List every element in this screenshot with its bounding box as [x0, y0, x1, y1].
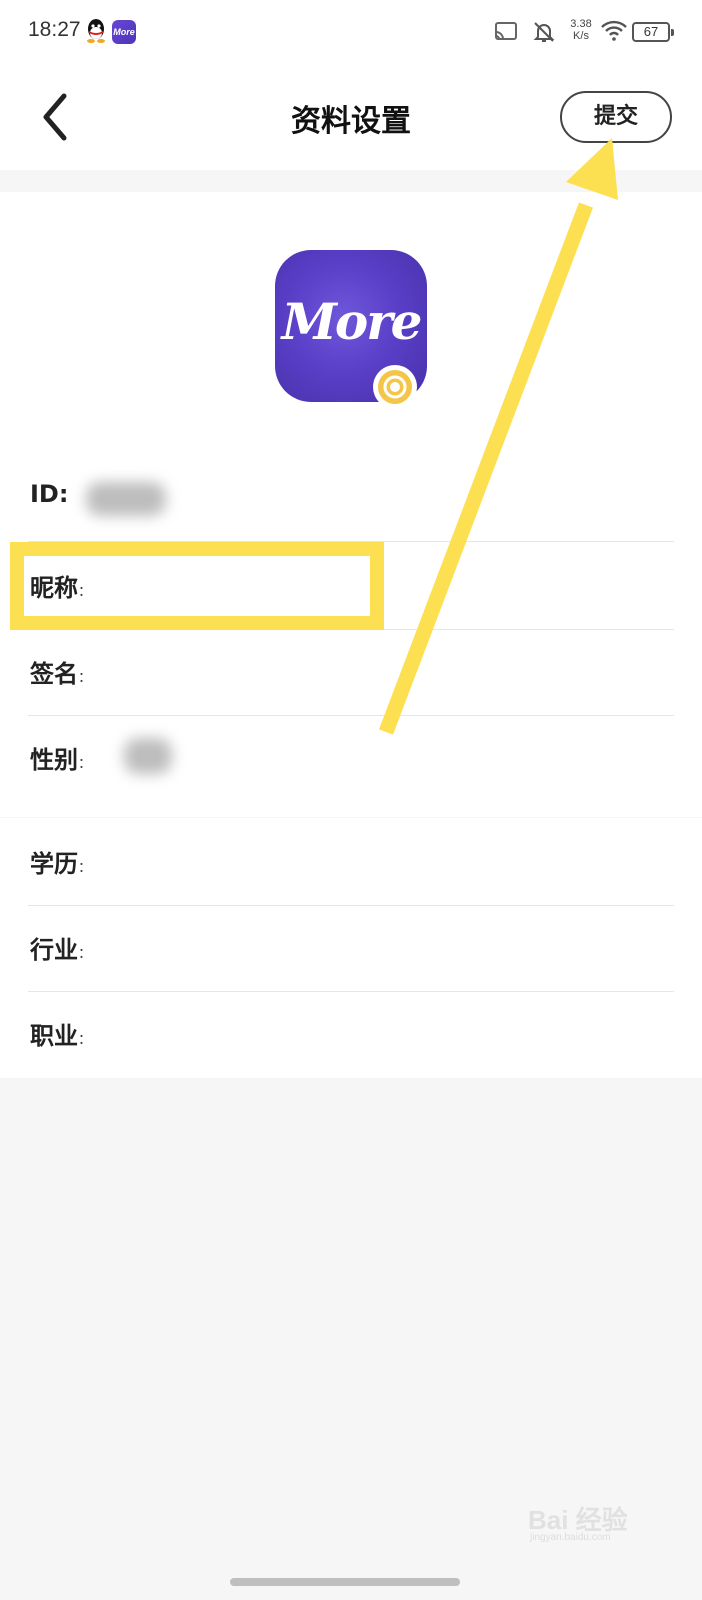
field-label-gender: 性别 — [30, 746, 78, 774]
field-label-education: 学历 — [30, 850, 78, 878]
field-education[interactable]: 学历： — [28, 818, 674, 906]
field-label-id: ID: — [30, 480, 69, 508]
profile-card: More ID: 昵称： 签名： 性别： — [0, 192, 702, 817]
field-gender[interactable]: 性别： — [28, 714, 674, 802]
more-app-icon: More — [112, 20, 136, 44]
field-label-occupation: 职业 — [30, 1022, 78, 1050]
submit-button[interactable]: 提交 — [560, 91, 672, 143]
status-time: 18:27 — [28, 18, 81, 41]
net-speed: 3.38 K/s — [570, 18, 592, 42]
field-industry[interactable]: 行业： — [28, 904, 674, 992]
status-bar: 18:27 More 3.38 K/s 67 — [0, 0, 702, 64]
avatar-logo-text: More — [281, 292, 423, 351]
field-label-industry: 行业 — [30, 936, 78, 964]
bell-off-icon — [533, 22, 555, 42]
field-label-signature: 签名 — [30, 660, 78, 688]
wifi-icon — [601, 20, 627, 41]
battery-icon: 67 — [632, 22, 674, 42]
camera-badge[interactable] — [373, 365, 417, 409]
detail-card: 学历： 行业： 职业： — [0, 818, 702, 1078]
cast-icon — [495, 22, 517, 40]
gender-value-blurred — [124, 738, 172, 774]
field-occupation[interactable]: 职业： — [28, 990, 674, 1078]
nickname-highlight-box — [10, 542, 384, 630]
qq-icon — [87, 19, 105, 43]
field-signature[interactable]: 签名： — [28, 628, 674, 716]
home-indicator[interactable] — [230, 1578, 460, 1586]
app-header: 资料设置 提交 — [0, 64, 702, 170]
id-value-blurred — [86, 482, 166, 516]
baidu-watermark: Bai 经验 jingyan.baidu.com — [528, 1505, 628, 1543]
camera-icon — [383, 375, 407, 399]
field-id: ID: — [28, 454, 674, 542]
